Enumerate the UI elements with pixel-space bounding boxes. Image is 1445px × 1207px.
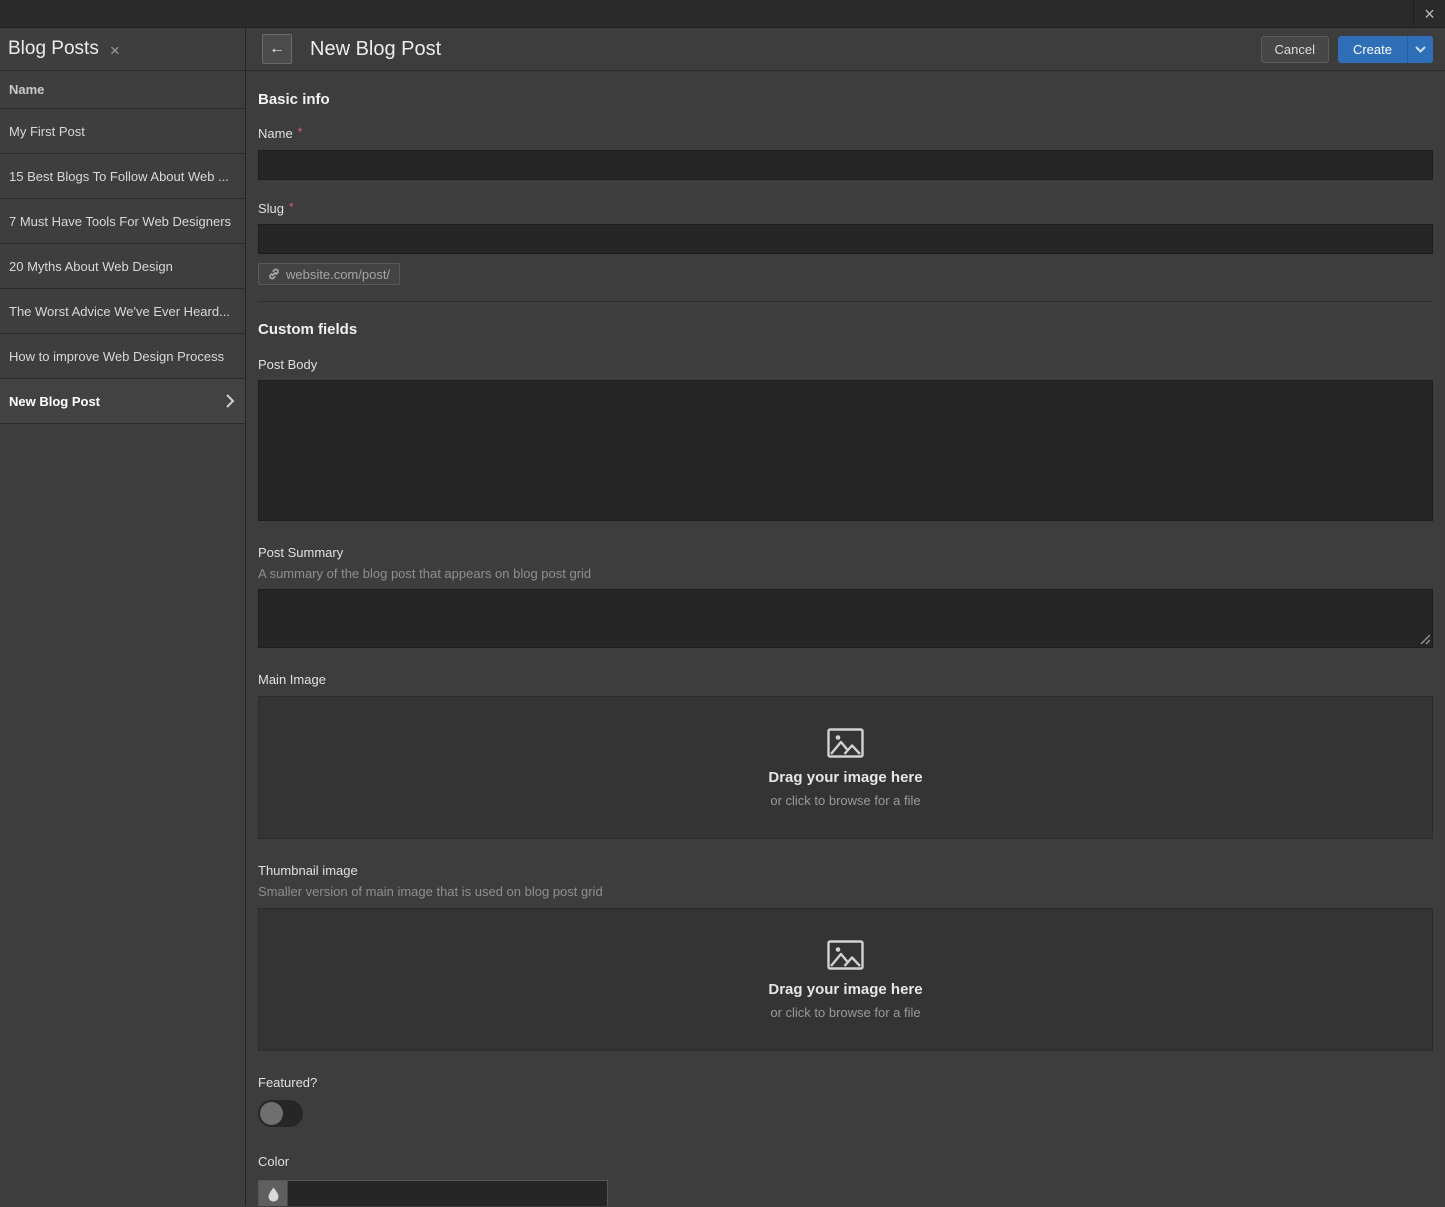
page-title: New Blog Post bbox=[310, 37, 442, 60]
close-icon: × bbox=[1424, 3, 1435, 24]
section-heading-basic-info: Basic info bbox=[258, 91, 330, 108]
app-window: × Blog Posts × Name My First Post 15 Bes… bbox=[0, 0, 1445, 1206]
color-swatch-button[interactable] bbox=[259, 1181, 288, 1206]
link-icon bbox=[269, 268, 279, 280]
list-item[interactable]: 15 Best Blogs To Follow About Web ... bbox=[0, 154, 245, 199]
back-arrow-icon: ← bbox=[269, 40, 285, 57]
featured-label: Featured? bbox=[258, 1075, 318, 1090]
cancel-button[interactable]: Cancel bbox=[1260, 35, 1329, 63]
color-label: Color bbox=[258, 1154, 290, 1169]
list-item-label: 20 Myths About Web Design bbox=[9, 258, 173, 274]
thumbnail-image-label: Thumbnail image bbox=[258, 863, 358, 878]
dropzone-subtitle: or click to browse for a file bbox=[770, 792, 921, 808]
list-item-label: The Worst Advice We've Ever Heard... bbox=[9, 303, 230, 319]
blog-post-list: My First Post 15 Best Blogs To Follow Ab… bbox=[0, 109, 245, 424]
window-close-button[interactable]: × bbox=[1413, 0, 1445, 27]
dropzone-title: Drag your image here bbox=[768, 768, 923, 786]
panel-close-icon[interactable]: × bbox=[110, 40, 120, 59]
post-summary-label: Post Summary bbox=[258, 545, 344, 560]
panel-toolbar: ← New Blog Post Cancel Create bbox=[246, 28, 1445, 71]
thumbnail-image-help: Smaller version of main image that is us… bbox=[258, 884, 603, 899]
dropzone-title: Drag your image here bbox=[768, 980, 923, 998]
list-item-label: 7 Must Have Tools For Web Designers bbox=[9, 213, 232, 229]
toggle-knob bbox=[260, 1102, 283, 1125]
color-value-input[interactable] bbox=[288, 1181, 607, 1206]
post-body-label: Post Body bbox=[258, 357, 318, 372]
create-button[interactable]: Create bbox=[1337, 35, 1408, 63]
section-divider bbox=[258, 301, 1433, 302]
list-item[interactable]: My First Post bbox=[0, 109, 245, 154]
required-asterisk: * bbox=[289, 200, 294, 214]
list-item-label: 15 Best Blogs To Follow About Web ... bbox=[9, 168, 229, 184]
thumbnail-image-dropzone[interactable]: Drag your image here or click to browse … bbox=[258, 908, 1433, 1051]
list-item-label: How to improve Web Design Process bbox=[9, 348, 225, 364]
color-picker-field[interactable] bbox=[258, 1180, 608, 1206]
list-item-selected[interactable]: New Blog Post bbox=[0, 379, 245, 424]
slug-prefix-text: website.com/post/ bbox=[286, 266, 391, 282]
chevron-down-icon bbox=[1415, 45, 1426, 53]
name-input[interactable] bbox=[258, 150, 1433, 180]
slug-input[interactable] bbox=[258, 224, 1433, 254]
main-image-label: Main Image bbox=[258, 672, 326, 687]
chevron-right-icon bbox=[226, 394, 235, 408]
dropzone-subtitle: or click to browse for a file bbox=[770, 1004, 921, 1020]
column-header-name: Name bbox=[0, 71, 245, 109]
featured-toggle[interactable] bbox=[258, 1100, 303, 1127]
list-item-label: My First Post bbox=[9, 123, 85, 139]
list-item[interactable]: The Worst Advice We've Ever Heard... bbox=[0, 289, 245, 334]
form-content: Basic info Name * Slug * website.com/pos… bbox=[246, 71, 1445, 1206]
required-asterisk: * bbox=[297, 125, 303, 139]
slug-label: Slug * bbox=[258, 200, 294, 216]
titlebar: × bbox=[0, 0, 1445, 28]
post-summary-help: A summary of the blog post that appears … bbox=[258, 566, 592, 581]
image-icon bbox=[827, 939, 864, 970]
blog-posts-panel: Blog Posts × Name My First Post 15 Best … bbox=[0, 28, 246, 1206]
new-blog-post-panel: ← New Blog Post Cancel Create Basic info bbox=[246, 28, 1445, 1206]
section-heading-custom-fields: Custom fields bbox=[258, 321, 358, 338]
droplet-icon bbox=[268, 1187, 278, 1202]
post-summary-textarea[interactable] bbox=[258, 589, 1433, 648]
create-split-button: Create bbox=[1337, 35, 1433, 63]
list-item[interactable]: How to improve Web Design Process bbox=[0, 334, 245, 379]
image-icon bbox=[827, 727, 864, 758]
back-button[interactable]: ← bbox=[262, 34, 292, 64]
list-item-label: New Blog Post bbox=[9, 393, 101, 409]
list-item[interactable]: 7 Must Have Tools For Web Designers bbox=[0, 199, 245, 244]
post-body-textarea[interactable] bbox=[258, 380, 1433, 521]
list-item[interactable]: 20 Myths About Web Design bbox=[0, 244, 245, 289]
slug-url-preview: website.com/post/ bbox=[258, 263, 401, 285]
main-image-dropzone[interactable]: Drag your image here or click to browse … bbox=[258, 696, 1433, 839]
panel-header: Blog Posts × bbox=[0, 28, 245, 71]
create-dropdown-button[interactable] bbox=[1408, 35, 1433, 63]
name-label: Name * bbox=[258, 125, 303, 141]
panel-title: Blog Posts bbox=[8, 38, 99, 59]
